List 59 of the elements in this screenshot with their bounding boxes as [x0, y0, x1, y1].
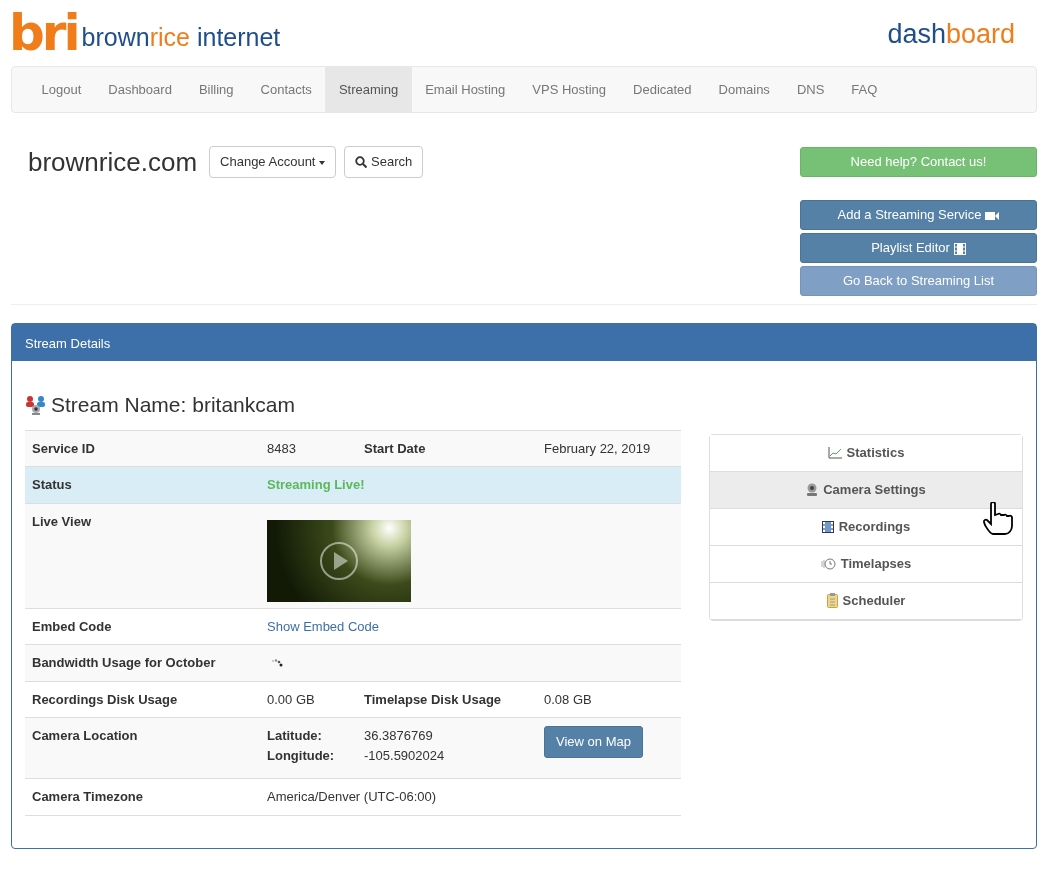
dashboard-title: dashboard [887, 18, 1015, 51]
nav-link[interactable]: Dashboard [94, 67, 186, 112]
nav-link[interactable]: VPS Hosting [518, 67, 620, 112]
film-icon [953, 242, 966, 255]
row-value: 0.08 GB [544, 690, 592, 709]
webcam-icon [806, 483, 819, 496]
loading-spinner-icon [271, 658, 283, 669]
account-name: brownrice.com [28, 145, 198, 179]
menu-item[interactable]: Camera Settings [710, 471, 1022, 509]
play-icon [319, 540, 359, 581]
longitude-label: Longitude: [267, 746, 336, 765]
row-label: Live View [32, 513, 91, 529]
panel-title: Stream Details [25, 336, 111, 351]
nav-link[interactable]: DNS [783, 67, 838, 112]
row-label: Service ID [32, 440, 95, 456]
clock-icon [820, 557, 836, 570]
latitude-label: Latitude: [267, 727, 323, 745]
status-value: Streaming Live! [267, 477, 365, 492]
view-on-map-button[interactable]: View on Map [544, 726, 643, 758]
users-webcam-icon [25, 393, 47, 416]
nav-link[interactable]: Billing [185, 67, 248, 112]
embed-code-link[interactable]: Show Embed Code [267, 618, 379, 634]
nav-link[interactable]: Logout [28, 67, 95, 112]
search-button[interactable]: Search [344, 146, 424, 178]
nav-link[interactable]: Domains [705, 67, 784, 112]
film-icon [821, 520, 834, 533]
nav-link[interactable]: Contacts [247, 67, 326, 112]
logo-mark: bri [9, 8, 78, 58]
nav-link[interactable]: FAQ [837, 67, 891, 112]
action-button[interactable]: Playlist Editor [800, 233, 1037, 263]
nav-link[interactable]: Streaming [325, 67, 412, 112]
video-camera-icon [985, 210, 1000, 221]
action-button[interactable]: Add a Streaming Service [800, 200, 1037, 230]
row-label: Camera Location [32, 728, 138, 743]
logo-text: brownrice internet [81, 25, 281, 50]
chart-icon [827, 446, 842, 459]
row-label: Start Date [364, 440, 426, 456]
hand-cursor-icon [982, 501, 1014, 536]
search-icon [355, 156, 368, 168]
video-thumbnail[interactable] [267, 519, 411, 602]
stream-name-heading: Stream Name: britankcam [51, 392, 295, 418]
nav-link[interactable]: Dedicated [619, 67, 706, 112]
row-value: 0.00 GB [267, 690, 316, 709]
row-label: Bandwidth Usage for October [32, 655, 216, 670]
row-label: Recordings Disk Usage [32, 691, 178, 707]
longitude-value: -105.5902024 [364, 746, 446, 765]
row-value: 8483 [267, 439, 297, 458]
action-button[interactable]: Go Back to Streaming List [800, 266, 1037, 296]
row-value: February 22, 2019 [544, 439, 651, 458]
row-label: Timelapse Disk Usage [364, 691, 502, 707]
clipboard-icon [826, 593, 838, 608]
menu-item[interactable]: Statistics [710, 434, 1022, 472]
change-account-button[interactable]: Change Account [209, 146, 337, 178]
row-label: Status [32, 477, 72, 492]
row-label: Embed Code [32, 618, 112, 634]
nav-link[interactable]: Email Hosting [411, 67, 519, 112]
row-value: America/Denver (UTC-06:00) [267, 788, 437, 806]
row-label: Camera Timezone [32, 789, 144, 804]
latitude-value: 36.3876769 [364, 727, 434, 745]
